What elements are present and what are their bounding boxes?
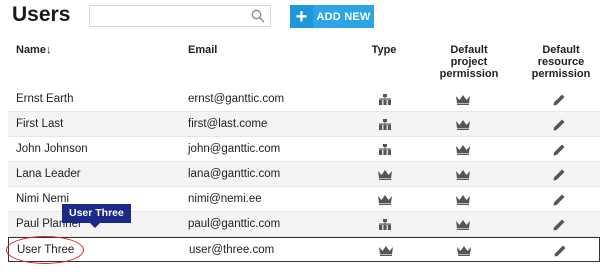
crown-icon[interactable]	[453, 112, 473, 137]
pencil-icon[interactable]	[549, 137, 569, 162]
search-box[interactable]	[89, 5, 271, 27]
table-row[interactable]: Ernst Earth ernst@ganttic.com	[8, 87, 600, 112]
column-header-project-permission: Default project permission	[439, 44, 499, 80]
user-email: user@three.com	[189, 244, 275, 256]
pencil-icon[interactable]	[549, 212, 569, 237]
pencil-icon[interactable]	[550, 238, 570, 263]
org-chart-icon[interactable]	[375, 112, 395, 137]
user-email: paul@ganttic.com	[188, 218, 281, 230]
user-email: ernst@ganttic.com	[188, 93, 285, 105]
users-table: Ernst Earth ernst@ganttic.com First Last…	[8, 87, 600, 262]
column-header-name[interactable]: Name↓	[16, 44, 51, 56]
crown-icon[interactable]	[454, 238, 474, 263]
table-row[interactable]: John Johnson john@ganttic.com	[8, 137, 600, 162]
user-email: john@ganttic.com	[188, 143, 281, 155]
search-input[interactable]	[90, 6, 240, 26]
org-chart-icon[interactable]	[375, 212, 395, 237]
user-tooltip: User Three	[62, 204, 131, 228]
crown-icon[interactable]	[376, 238, 396, 263]
column-header-email: Email	[188, 44, 218, 56]
crown-icon[interactable]	[453, 137, 473, 162]
crown-icon[interactable]	[453, 87, 473, 112]
crown-icon[interactable]	[375, 187, 395, 212]
table-row-selected[interactable]: User Three user@three.com	[8, 237, 600, 262]
pencil-icon[interactable]	[549, 162, 569, 187]
user-email: first@last.come	[188, 118, 268, 130]
add-new-button[interactable]: + ADD NEW	[290, 5, 374, 28]
user-name[interactable]: John Johnson	[16, 137, 88, 162]
user-name[interactable]: Ernst Earth	[16, 87, 74, 112]
org-chart-icon[interactable]	[375, 137, 395, 162]
user-name[interactable]: First Last	[16, 112, 63, 137]
table-row[interactable]: Lana Leader lana@ganttic.com	[8, 162, 600, 187]
add-new-label: ADD NEW	[313, 5, 374, 28]
pencil-icon[interactable]	[549, 187, 569, 212]
org-chart-icon[interactable]	[375, 87, 395, 112]
page-title: Users	[12, 3, 71, 26]
plus-icon: +	[290, 5, 313, 28]
user-email: lana@ganttic.com	[188, 168, 281, 180]
search-icon[interactable]	[251, 9, 265, 23]
column-header-type: Type	[371, 44, 397, 56]
crown-icon[interactable]	[453, 162, 473, 187]
user-email: nimi@nemi.ee	[188, 193, 262, 205]
pencil-icon[interactable]	[549, 112, 569, 137]
user-name[interactable]: Lana Leader	[16, 162, 81, 187]
crown-icon[interactable]	[453, 212, 473, 237]
crown-icon[interactable]	[453, 187, 473, 212]
user-name[interactable]: User Three	[17, 238, 74, 263]
crown-icon[interactable]	[375, 162, 395, 187]
column-header-resource-permission: Default resource permission	[531, 44, 591, 80]
table-row[interactable]: First Last first@last.come	[8, 112, 600, 137]
pencil-icon[interactable]	[549, 87, 569, 112]
